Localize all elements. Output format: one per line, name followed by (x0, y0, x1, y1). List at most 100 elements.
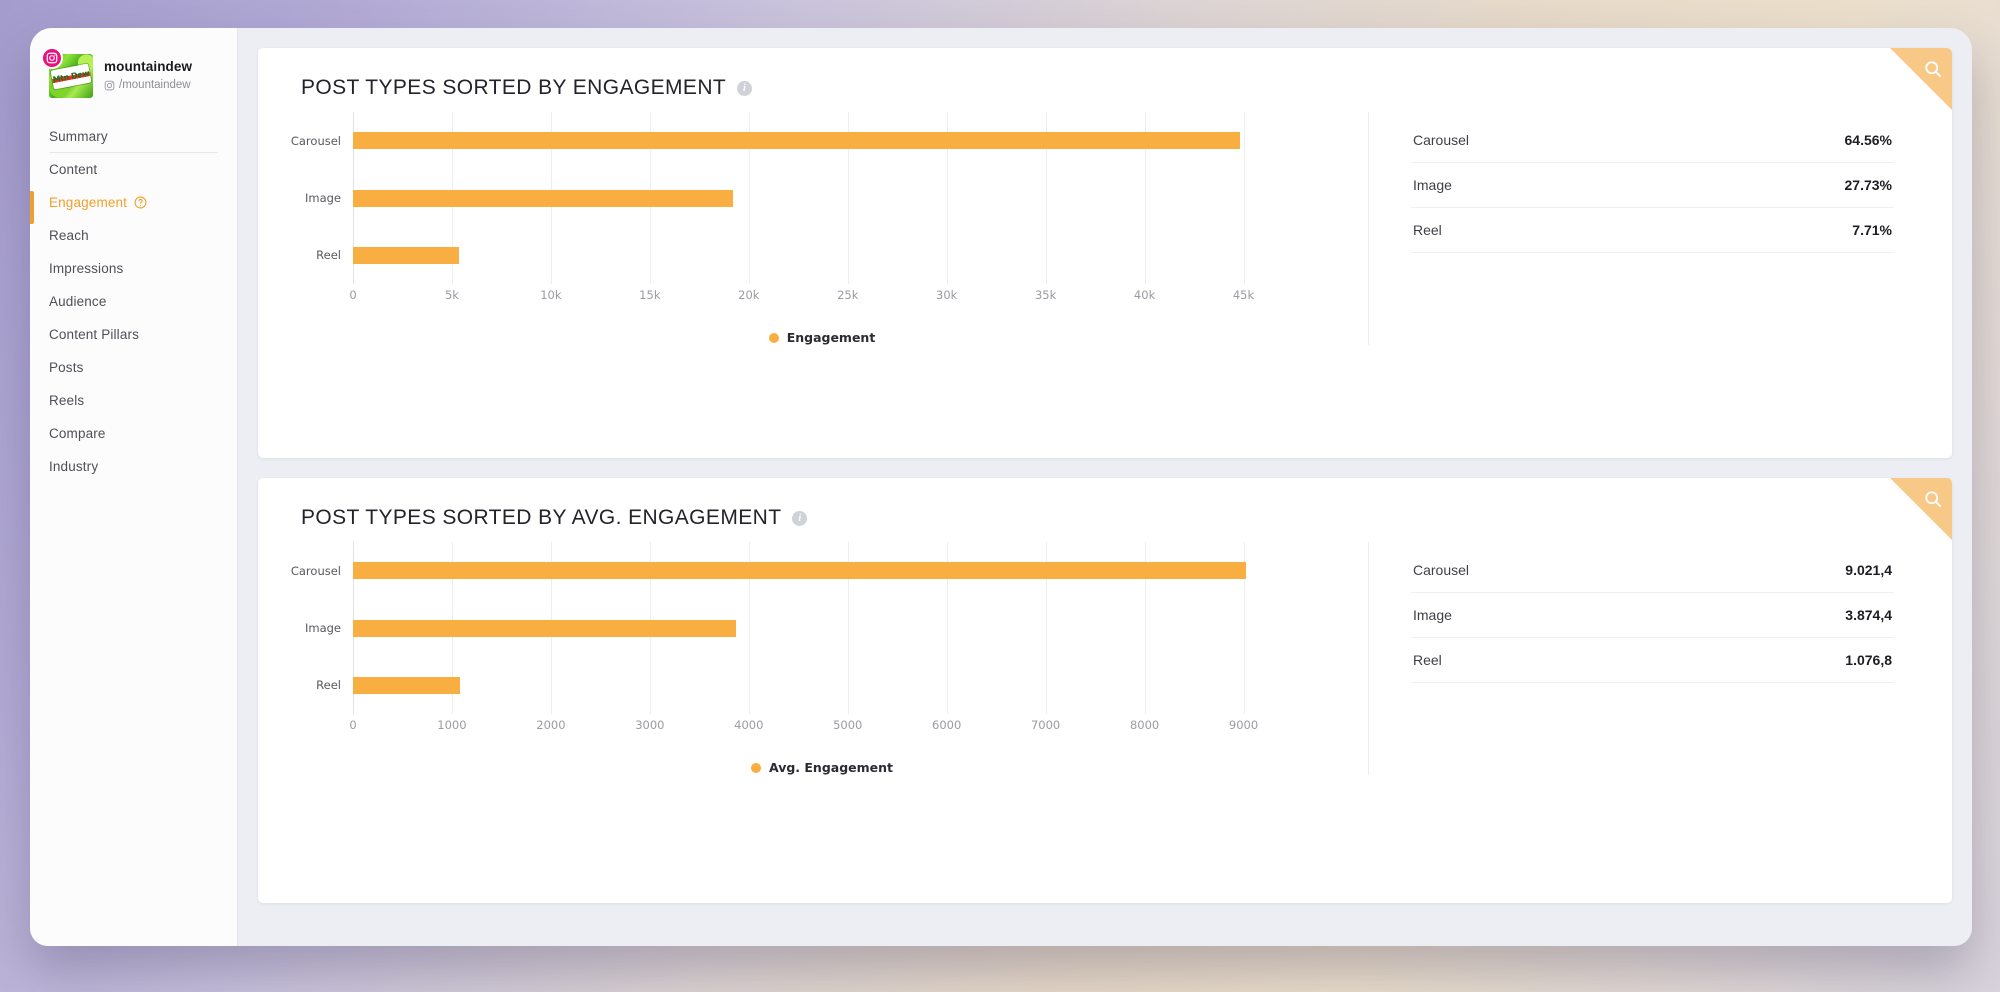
app-window: Mtn Dew mountaindew /mountaindew Summary… (30, 28, 1972, 946)
avg-engagement-chart-card: POST TYPES SORTED BY AVG. ENGAGEMENT i C… (258, 478, 1952, 903)
table-row[interactable]: Carousel 64.56% (1411, 118, 1894, 163)
row-value: 7.71% (1852, 222, 1892, 238)
x-axis-ticks-2: 0 1000 2000 3000 4000 5000 6000 7000 8000 9000 (349, 718, 1293, 738)
sidebar-item-label: Audience (49, 294, 107, 309)
plot-2: Carousel Image Reel (291, 542, 1293, 714)
plot-1: Carousel Image Reel (291, 112, 1293, 284)
sidebar-item-reach[interactable]: Reach (30, 219, 237, 252)
avatar: Mtn Dew (41, 47, 93, 98)
row-value: 3.874,4 (1845, 607, 1892, 623)
page-title-1: POST TYPES SORTED BY ENGAGEMENT i (258, 76, 1952, 100)
y-axis-label: Reel (316, 678, 341, 693)
x-tick-label: 10k (540, 288, 562, 302)
sidebar-item-impressions[interactable]: Impressions (30, 252, 237, 285)
profile-handle-text: /mountaindew (119, 79, 191, 92)
sidebar-item-reels[interactable]: Reels (30, 384, 237, 417)
row-label: Reel (1413, 222, 1442, 238)
sidebar-item-content-pillars[interactable]: Content Pillars (30, 318, 237, 351)
bar[interactable] (353, 132, 1240, 150)
sidebar-item-engagement[interactable]: Engagement (30, 186, 237, 224)
y-axis-label: Image (304, 191, 341, 205)
sidebar-item-label: Content (49, 162, 98, 177)
x-tick-label: 35k (1034, 288, 1057, 302)
search-icon[interactable] (1923, 59, 1943, 79)
sidebar-item-industry[interactable]: Industry (30, 450, 237, 483)
x-tick-label: 4000 (734, 718, 764, 732)
sidebar-item-label: Reels (49, 393, 85, 408)
table-row[interactable]: Carousel 9.021,4 (1411, 548, 1894, 593)
sidebar-item-audience[interactable]: Audience (30, 285, 237, 318)
x-tick-label: 40k (1133, 288, 1156, 302)
expand-search-corner-1[interactable] (1890, 48, 1952, 110)
profile-header[interactable]: Mtn Dew mountaindew /mountaindew (30, 47, 237, 98)
row-value: 27.73% (1844, 177, 1892, 193)
row-label: Image (1413, 177, 1452, 193)
table-row[interactable]: Image 27.73% (1411, 163, 1894, 208)
legend-2: Avg. Engagement (276, 760, 1368, 775)
sidebar-item-label: Engagement (49, 195, 128, 210)
legend-label: Engagement (786, 330, 876, 345)
x-tick-label: 25k (837, 288, 859, 302)
row-value: 1.076,8 (1845, 652, 1892, 668)
sidebar-item-label: Summary (49, 129, 108, 144)
card-body-1: Carousel Image Reel 0 5k 10k 15k 20k 25k 30k 35k 4… (258, 100, 1952, 345)
x-tick-label: 1000 (437, 718, 467, 732)
bar[interactable] (353, 562, 1246, 580)
sidebar-nav: Summary Content Engagement Reach Impress… (30, 120, 237, 483)
bar[interactable] (353, 676, 460, 694)
sidebar-item-content[interactable]: Content (30, 153, 237, 186)
sidebar-item-summary[interactable]: Summary (30, 120, 237, 153)
x-tick-label: 2000 (536, 718, 566, 732)
x-tick-label: 15k (639, 288, 661, 302)
profile-handle-row: /mountaindew (104, 77, 192, 93)
card-body-2: Carousel Image Reel 0 1000 2000 3000 4000 5000 6… (258, 530, 1952, 775)
bar-group-1: Carousel Image Reel (291, 112, 1293, 284)
bar-group-2: Carousel Image Reel (291, 542, 1293, 714)
ribbon-triangle (1890, 48, 1952, 110)
sidebar-item-label: Posts (49, 360, 84, 375)
table-row[interactable]: Image 3.874,4 (1411, 593, 1894, 638)
chart-1: Carousel Image Reel 0 5k 10k 15k 20k 25k 30k 35k 4… (258, 112, 1368, 345)
chart-2: Carousel Image Reel 0 1000 2000 3000 4000 5000 6… (258, 542, 1368, 775)
bar[interactable] (353, 246, 459, 264)
table-row[interactable]: Reel 1.076,8 (1411, 638, 1894, 683)
x-tick-label: 0 (349, 718, 357, 732)
bar-row: Reel (316, 676, 1293, 694)
row-label: Carousel (1413, 562, 1470, 578)
sidebar-item-label: Industry (49, 459, 99, 474)
sidebar-item-label: Impressions (49, 261, 124, 276)
info-icon[interactable]: i (737, 80, 753, 96)
x-tick-label: 3000 (635, 718, 665, 732)
question-circle-icon[interactable] (134, 196, 147, 209)
bar-row: Reel (316, 246, 1293, 264)
bar[interactable] (353, 189, 733, 207)
sidebar-item-label: Reach (49, 228, 89, 243)
legend-color-swatch (768, 332, 779, 343)
x-tick-label: 6000 (932, 718, 962, 732)
y-axis-label: Carousel (290, 133, 341, 148)
legend-label: Avg. Engagement (768, 760, 894, 775)
sidebar-item-posts[interactable]: Posts (30, 351, 237, 384)
instagram-icon (41, 47, 63, 69)
card-title-text: POST TYPES SORTED BY ENGAGEMENT (301, 76, 727, 99)
bar-row: Carousel (291, 562, 1293, 580)
search-icon[interactable] (1923, 489, 1943, 509)
x-tick-label: 5k (444, 288, 459, 302)
instagram-outline-icon (104, 80, 115, 91)
info-icon[interactable]: i (792, 510, 808, 526)
x-tick-label: 0 (349, 288, 357, 302)
x-tick-label: 5000 (833, 718, 863, 732)
x-tick-label: 20k (738, 288, 760, 302)
x-tick-label: 8000 (1129, 718, 1160, 732)
row-value: 64.56% (1844, 132, 1892, 148)
sidebar-item-label: Compare (49, 426, 106, 441)
sidebar-item-compare[interactable]: Compare (30, 417, 237, 450)
y-axis-label: Carousel (290, 563, 341, 578)
legend-color-swatch (750, 762, 761, 773)
row-label: Carousel (1413, 132, 1470, 148)
expand-search-corner-2[interactable] (1890, 478, 1952, 540)
table-row[interactable]: Reel 7.71% (1411, 208, 1894, 253)
bar[interactable] (353, 619, 737, 637)
ribbon-triangle (1890, 478, 1952, 540)
row-label: Reel (1413, 652, 1442, 668)
